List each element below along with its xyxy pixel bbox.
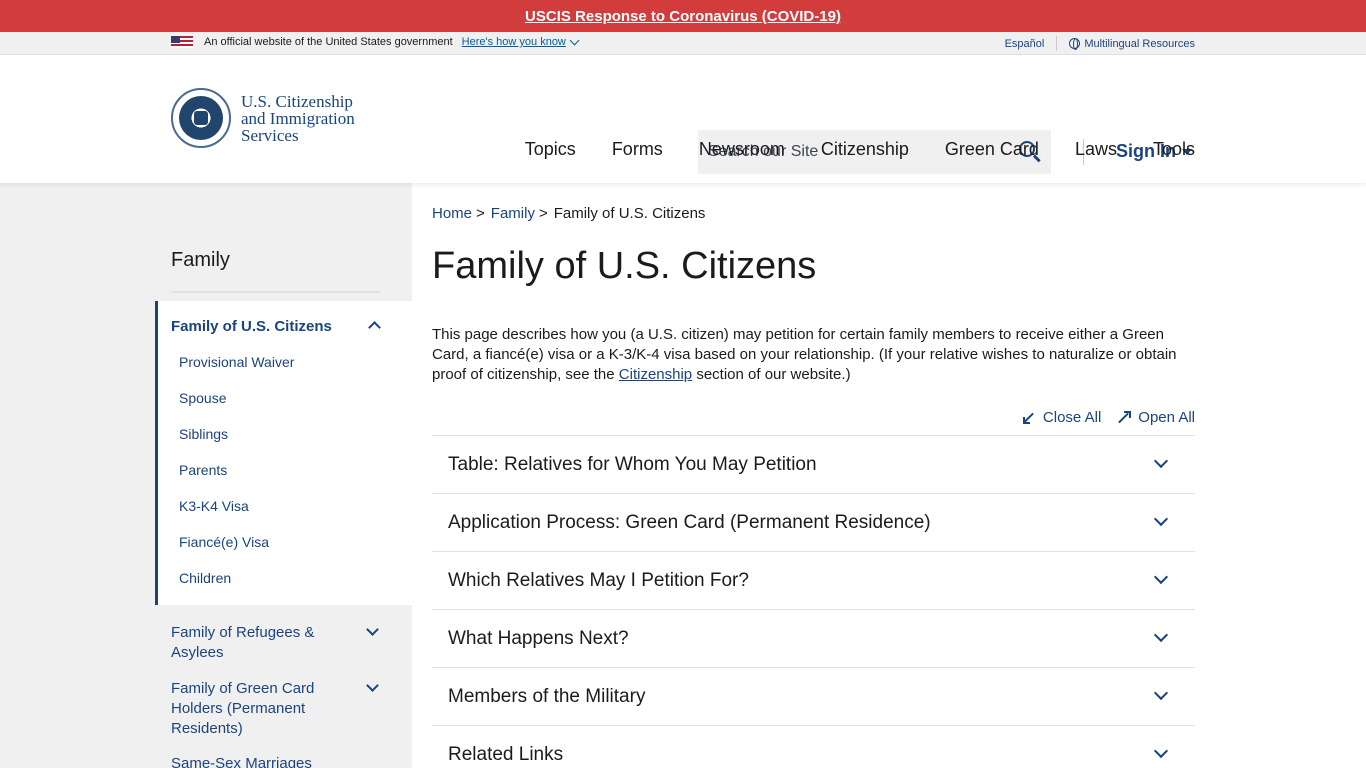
gov-banner: An official website of the United States…	[0, 32, 1366, 55]
chevron-down-icon	[1153, 453, 1169, 469]
nav-citizenship[interactable]: Citizenship	[821, 139, 909, 160]
intro-text: section of our website.)	[692, 366, 851, 383]
accordion-item-label: Application Process: Green Card (Permane…	[448, 512, 931, 533]
chevron-down-icon	[1153, 743, 1169, 759]
accordion-item-label: Table: Relatives for Whom You May Petiti…	[448, 454, 817, 475]
chevron-down-icon	[1153, 569, 1169, 585]
chevron-down-icon[interactable]	[569, 35, 580, 45]
site-header: U.S. Citizenship and Immigration Service…	[0, 55, 1366, 183]
chevron-down-icon	[1153, 627, 1169, 643]
sidebar-subitem-provisional-waiver[interactable]: Provisional Waiver	[179, 354, 294, 370]
us-flag-icon	[171, 36, 193, 48]
close-all-button[interactable]: Close All	[1021, 409, 1101, 426]
accordion-item-label: What Happens Next?	[448, 628, 629, 649]
open-all-label: Open All	[1138, 409, 1195, 426]
official-website-text: An official website of the United States…	[204, 36, 453, 48]
nav-green-card[interactable]: Green Card	[945, 139, 1039, 160]
breadcrumb-separator: >	[476, 205, 485, 222]
how-you-know-link[interactable]: Here's how you know	[462, 36, 566, 48]
accordion-item[interactable]: Related Links	[432, 726, 1195, 768]
page-title: Family of U.S. Citizens	[432, 245, 817, 287]
sidebar-subitem-siblings[interactable]: Siblings	[179, 426, 228, 442]
logo-line: U.S. Citizenship	[241, 91, 353, 111]
covid-alert-link[interactable]: USCIS Response to Coronavirus (COVID-19)	[525, 8, 841, 25]
sidebar-item-green-card-holders[interactable]: Family of Green Card Holders (Permanent …	[171, 679, 341, 739]
chevron-up-icon[interactable]	[368, 321, 381, 334]
chevron-down-icon	[1153, 685, 1169, 701]
logo-line: and Immigration	[241, 108, 355, 128]
sidebar-title[interactable]: Family	[171, 249, 230, 272]
intro-paragraph: This page describes how you (a U.S. citi…	[432, 325, 1195, 385]
nav-tools[interactable]: Tools	[1153, 139, 1195, 160]
breadcrumb-family[interactable]: Family	[491, 205, 535, 222]
sidebar-item-refugees-asylees[interactable]: Family of Refugees & Asylees	[171, 623, 341, 663]
accordion-item[interactable]: Table: Relatives for Whom You May Petiti…	[432, 436, 1195, 494]
accordion-item[interactable]: What Happens Next?	[432, 610, 1195, 668]
divider	[171, 291, 380, 293]
accordion-item[interactable]: Which Relatives May I Petition For?	[432, 552, 1195, 610]
accordion-item-label: Which Relatives May I Petition For?	[448, 570, 749, 591]
breadcrumb: Home > Family > Family of U.S. Citizens	[432, 205, 705, 222]
chevron-down-icon[interactable]	[366, 623, 379, 636]
logo-line: Services	[241, 125, 299, 145]
globe-icon	[1069, 38, 1081, 50]
sidebar-subitem-k3-k4-visa[interactable]: K3-K4 Visa	[179, 498, 249, 514]
sidebar-subitem-spouse[interactable]: Spouse	[179, 390, 226, 406]
divider	[1056, 36, 1058, 51]
accordion: Table: Relatives for Whom You May Petiti…	[432, 435, 1195, 768]
multilingual-link[interactable]: Multilingual Resources	[1084, 38, 1195, 50]
sidebar: Family Family of U.S. Citizens Provision…	[0, 183, 412, 768]
chevron-down-icon	[1153, 511, 1169, 527]
accordion-item-label: Members of the Military	[448, 686, 646, 707]
breadcrumb-current: Family of U.S. Citizens	[553, 205, 706, 222]
dhs-seal-icon	[171, 88, 231, 148]
espanol-link[interactable]: Español	[1005, 38, 1045, 50]
nav-forms[interactable]: Forms	[612, 139, 663, 160]
open-all-button[interactable]: Open All	[1116, 409, 1195, 426]
nav-topics[interactable]: Topics	[525, 139, 576, 160]
content-area: Family Family of U.S. Citizens Provision…	[0, 183, 1366, 768]
alert-bar: USCIS Response to Coronavirus (COVID-19)	[0, 0, 1366, 32]
accordion-toggles: Close All Open All	[1006, 409, 1195, 426]
uscis-logo[interactable]: U.S. Citizenship and Immigration Service…	[171, 88, 355, 148]
sidebar-item-family-of-us-citizens[interactable]: Family of U.S. Citizens	[171, 318, 332, 335]
sidebar-subitem-parents[interactable]: Parents	[179, 462, 227, 478]
chevron-down-icon[interactable]	[366, 679, 379, 692]
accordion-item[interactable]: Members of the Military	[432, 668, 1195, 726]
breadcrumb-separator: >	[538, 205, 548, 222]
sidebar-subitem-fiancee-visa[interactable]: Fiancé(e) Visa	[179, 534, 269, 550]
accordion-item-label: Related Links	[448, 744, 564, 765]
collapse-icon	[1021, 410, 1037, 426]
sidebar-subitem-children[interactable]: Children	[179, 570, 231, 586]
sidebar-item-same-sex-marriages[interactable]: Same-Sex Marriages	[171, 754, 341, 768]
expand-icon	[1116, 410, 1132, 426]
nav-laws[interactable]: Laws	[1075, 139, 1117, 160]
main-nav: Topics Forms Newsroom Citizenship Green …	[489, 139, 1195, 160]
citizenship-link[interactable]: Citizenship	[619, 366, 692, 383]
breadcrumb-home[interactable]: Home	[432, 205, 472, 222]
logo-text: U.S. Citizenship and Immigration Service…	[241, 93, 355, 144]
accordion-item[interactable]: Application Process: Green Card (Permane…	[432, 494, 1195, 552]
close-all-label: Close All	[1042, 409, 1102, 426]
sidebar-active-section: Family of U.S. Citizens Provisional Waiv…	[155, 301, 412, 605]
nav-newsroom[interactable]: Newsroom	[699, 139, 785, 160]
